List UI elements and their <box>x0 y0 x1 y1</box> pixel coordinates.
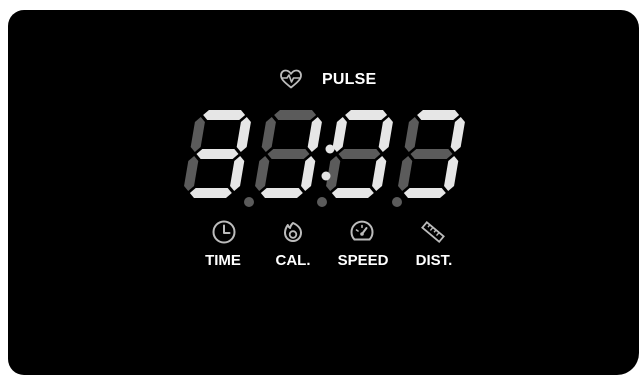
digit-4-segment-g <box>410 149 453 159</box>
digit-1-segment-g <box>196 149 239 159</box>
decimal-dot-2 <box>317 197 327 207</box>
mode-label-speed: SPEED <box>337 252 389 269</box>
digit-3-segment-d <box>331 188 374 198</box>
digit-2-segment-c <box>301 156 316 191</box>
colon-dot-bottom <box>321 171 331 181</box>
mode-label-calories: CAL. <box>275 252 311 269</box>
digit-1-segment-c <box>230 156 245 191</box>
digit-3-segment-f <box>332 117 347 152</box>
digit-4-segment-b <box>450 117 465 152</box>
digit-4-segment-f <box>404 117 419 152</box>
decimal-dot-1 <box>244 197 254 207</box>
seven-segment-display <box>184 110 465 207</box>
digit-4-segment-e <box>398 156 413 191</box>
digit-2-segment-d <box>260 188 303 198</box>
digit-4-segment-d <box>403 188 446 198</box>
digit-1-segment-d <box>189 188 232 198</box>
digit-3-segment-g <box>338 149 381 159</box>
ruler-icon <box>421 220 445 244</box>
digit-1-segment-e <box>184 156 199 191</box>
digit-2-segment-b <box>307 117 322 152</box>
digit-2-segment-a <box>274 110 317 120</box>
digit-3-segment-c <box>372 156 387 191</box>
digit-2-segment-g <box>267 149 310 159</box>
flame-icon <box>284 222 302 242</box>
speedometer-icon <box>350 220 374 241</box>
digit-1-segment-a <box>203 110 246 120</box>
digit-1-segment-f <box>190 117 205 152</box>
digit-4-segment-a <box>417 110 460 120</box>
decimal-dot-3 <box>392 197 402 207</box>
digit-3-segment-b <box>378 117 393 152</box>
digit-2-segment-e <box>255 156 270 191</box>
mode-label-time: TIME <box>205 252 241 269</box>
digit-2-segment-f <box>261 117 276 152</box>
digit-3-segment-a <box>345 110 388 120</box>
digit-1-segment-b <box>236 117 251 152</box>
colon-dot-top <box>325 144 335 154</box>
mode-label-distance: DIST. <box>415 252 453 269</box>
digit-4-segment-c <box>444 156 459 191</box>
clock-icon <box>212 220 236 244</box>
